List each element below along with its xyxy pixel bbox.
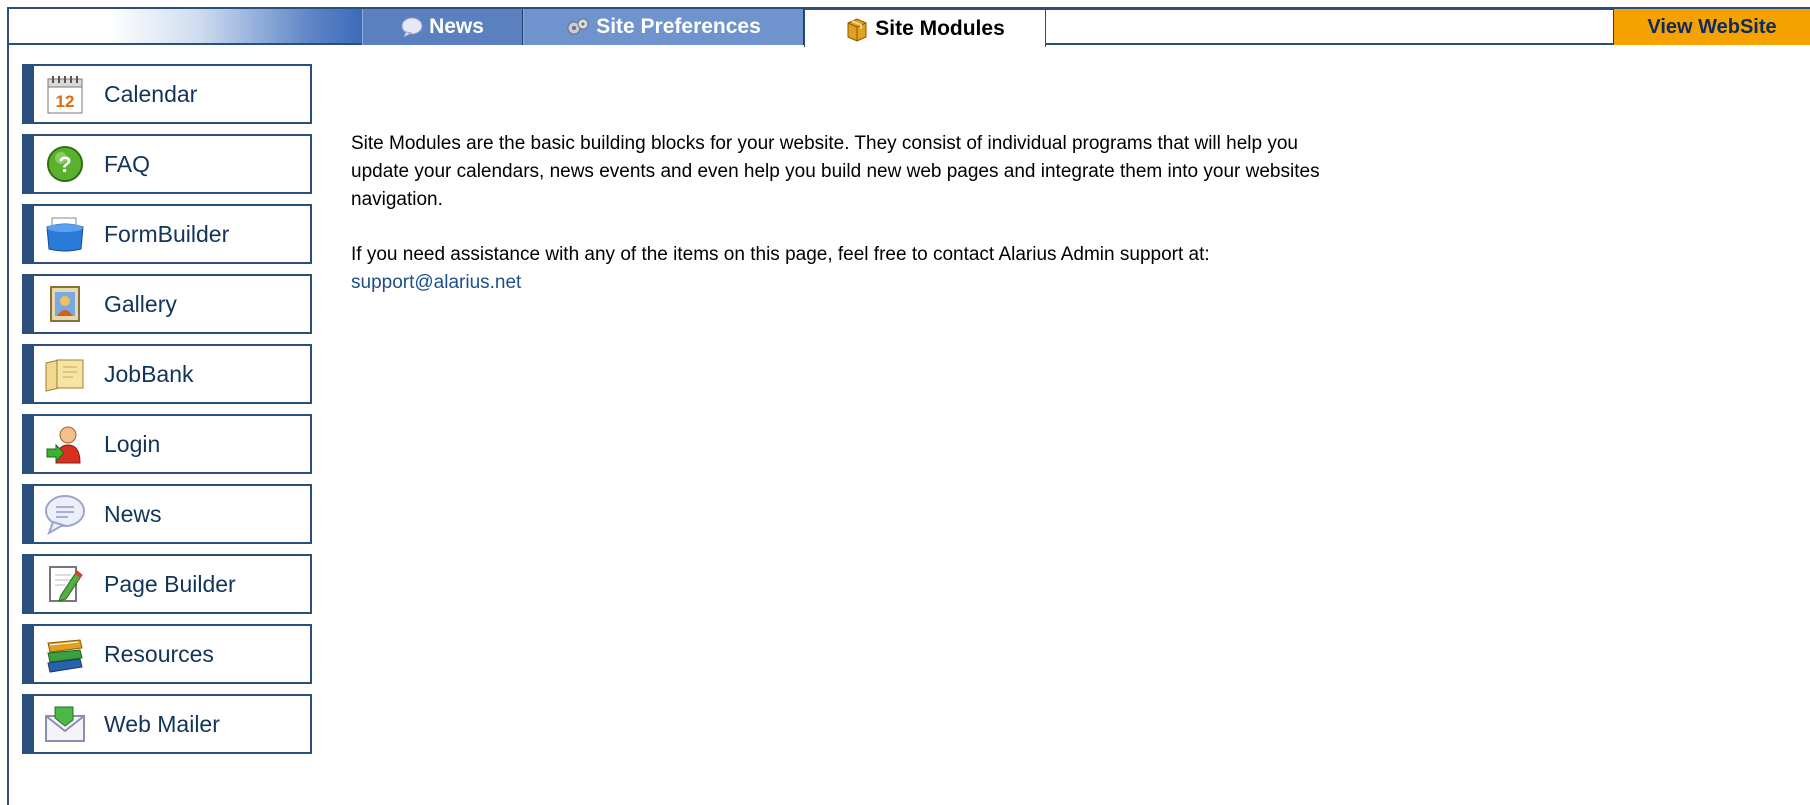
module-web-mailer[interactable]: Web Mailer bbox=[22, 694, 312, 754]
form-box-icon bbox=[42, 211, 88, 257]
intro-line: Site Modules are the basic building bloc… bbox=[351, 133, 1298, 154]
tab-site-modules-label: Site Modules bbox=[875, 16, 1005, 40]
page-edit-icon bbox=[42, 561, 88, 607]
module-label: Gallery bbox=[104, 290, 177, 317]
module-jobbank[interactable]: JobBank bbox=[22, 344, 312, 404]
module-resources[interactable]: Resources bbox=[22, 624, 312, 684]
module-label: Resources bbox=[104, 640, 214, 667]
module-calendar[interactable]: 12 Calendar bbox=[22, 64, 312, 124]
module-faq[interactable]: ? FAQ bbox=[22, 134, 312, 194]
calendar-day: 12 bbox=[56, 92, 75, 111]
speech-bubble-icon bbox=[401, 17, 423, 37]
module-label: Calendar bbox=[104, 80, 198, 107]
module-news[interactable]: News bbox=[22, 484, 312, 544]
user-login-icon bbox=[42, 421, 88, 467]
picture-icon bbox=[42, 281, 88, 327]
module-login[interactable]: Login bbox=[22, 414, 312, 474]
books-icon bbox=[42, 631, 88, 677]
folder-icon bbox=[42, 351, 88, 397]
tab-site-modules[interactable]: Site Modules bbox=[804, 9, 1046, 47]
module-label: JobBank bbox=[104, 360, 194, 387]
intro-paragraph: Site Modules are the basic building bloc… bbox=[351, 130, 1501, 214]
package-box-icon bbox=[845, 16, 869, 42]
svg-text:?: ? bbox=[58, 152, 71, 177]
module-label: Web Mailer bbox=[104, 710, 220, 737]
question-icon: ? bbox=[42, 141, 88, 187]
module-label: Page Builder bbox=[104, 570, 236, 597]
intro-content: Site Modules are the basic building bloc… bbox=[351, 130, 1501, 324]
speech-bubble-icon bbox=[42, 491, 88, 537]
module-page-builder[interactable]: Page Builder bbox=[22, 554, 312, 614]
module-label: Login bbox=[104, 430, 161, 457]
modules-sidebar: 12 Calendar ? FAQ FormBuilder Gallery Jo… bbox=[22, 64, 312, 764]
module-gallery[interactable]: Gallery bbox=[22, 274, 312, 334]
top-tab-bar: News Site Preferences Site Modules View … bbox=[9, 9, 1810, 47]
support-text: If you need assistance with any of the i… bbox=[351, 244, 1210, 265]
envelope-icon bbox=[42, 701, 88, 747]
view-website-button[interactable]: View WebSite bbox=[1613, 9, 1810, 45]
calendar-icon: 12 bbox=[42, 71, 88, 117]
support-email-link[interactable]: support@alarius.net bbox=[351, 272, 521, 293]
module-label: News bbox=[104, 500, 162, 527]
module-label: FAQ bbox=[104, 150, 151, 177]
tab-news-label: News bbox=[429, 15, 484, 38]
module-formbuilder[interactable]: FormBuilder bbox=[22, 204, 312, 264]
support-paragraph: If you need assistance with any of the i… bbox=[351, 241, 1501, 297]
intro-line: navigation. bbox=[351, 189, 443, 210]
tab-bar-spacer bbox=[1046, 9, 1613, 45]
tab-site-preferences[interactable]: Site Preferences bbox=[523, 9, 804, 45]
tab-news[interactable]: News bbox=[362, 9, 523, 45]
module-label: FormBuilder bbox=[104, 220, 230, 247]
intro-line: update your calendars, news events and e… bbox=[351, 161, 1320, 182]
gears-icon bbox=[566, 17, 590, 37]
tab-site-preferences-label: Site Preferences bbox=[596, 15, 761, 38]
